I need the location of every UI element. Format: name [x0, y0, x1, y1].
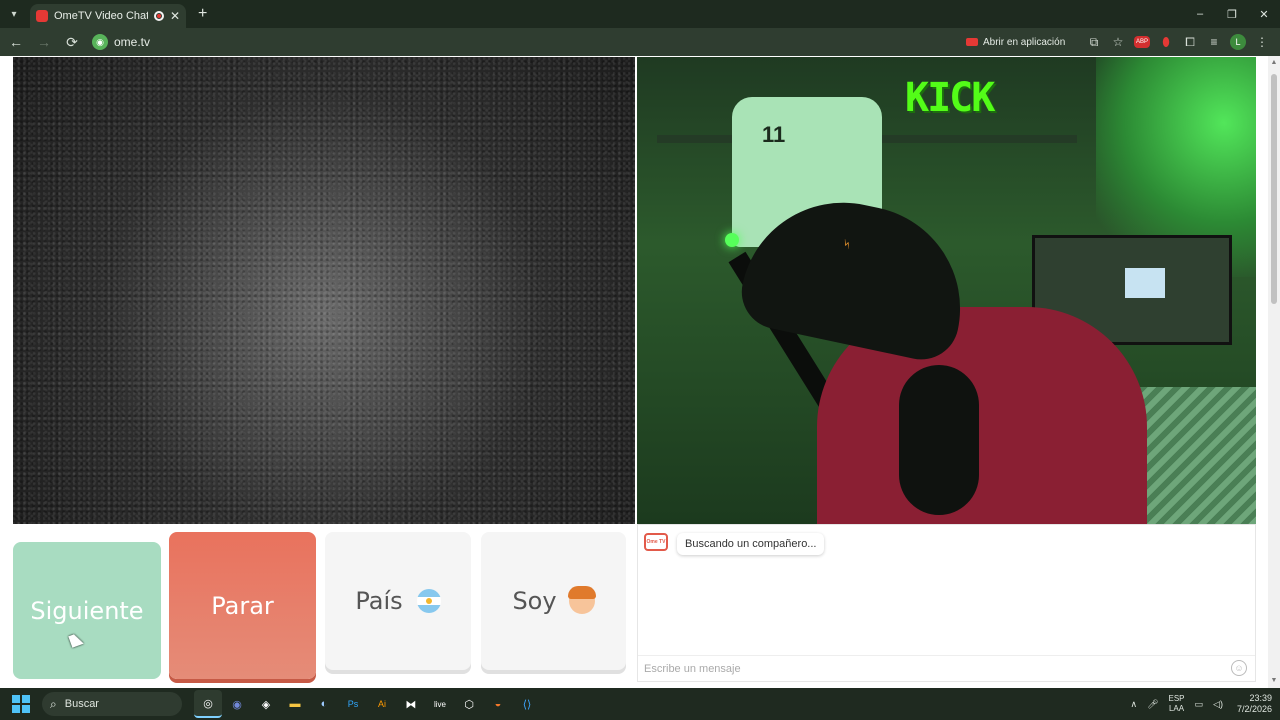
argentina-flag-icon — [416, 589, 441, 613]
partner-video-static — [13, 57, 635, 524]
chrome-taskbar-icon[interactable]: ◎ — [194, 690, 222, 718]
microphone — [899, 365, 979, 515]
browser-menu-icon[interactable]: ⋮ — [1250, 30, 1274, 54]
browser-tab-ometv[interactable]: OmeTV Video Chat — Ome ✕ — [30, 4, 186, 28]
scroll-thumb[interactable] — [1271, 74, 1277, 304]
adblock-extension-icon[interactable]: ABP — [1134, 36, 1150, 48]
scroll-down-arrow-icon[interactable]: ▼ — [1270, 677, 1278, 685]
capcut-taskbar-icon[interactable]: ⧓ — [397, 690, 425, 718]
static-noise — [13, 57, 635, 524]
photoshop-taskbar-icon[interactable]: Ps — [339, 690, 367, 718]
cap-logo: ⚡ — [839, 237, 856, 252]
live-app-taskbar-icon[interactable]: live — [426, 690, 454, 718]
volume-tray-icon[interactable]: ◁) — [1213, 699, 1223, 710]
unity-taskbar-icon[interactable]: ⬡ — [455, 690, 483, 718]
open-in-app-label: Abrir en aplicación — [983, 36, 1066, 48]
omnibox[interactable]: ◉ ome.tv — [92, 31, 952, 53]
monitor-screen — [1125, 268, 1165, 298]
close-window-button[interactable]: ✕ — [1248, 0, 1280, 28]
clock-date: 7/2/2026 — [1236, 704, 1272, 714]
reading-list-icon[interactable]: ≡ — [1202, 30, 1226, 54]
open-in-app-button[interactable]: Abrir en aplicación — [966, 33, 1065, 51]
windows-taskbar: ⌕ Buscar ◎ ◉ ◈ ▬ ◐ Ps Ai ⧓ live ⬡ ◒ ⟨⟩ ∧… — [0, 688, 1280, 720]
profile-avatar[interactable]: L — [1230, 34, 1246, 50]
tab-title: OmeTV Video Chat — Ome — [54, 10, 148, 22]
app-taskbar-icon[interactable]: ◈ — [252, 690, 280, 718]
language-layout: LAA — [1168, 704, 1185, 713]
language-indicator[interactable]: ESP LAA — [1169, 694, 1185, 714]
taskbar-clock[interactable]: 23:39 7/2/2026 — [1237, 693, 1272, 715]
new-tab-button[interactable]: + — [198, 5, 207, 23]
chat-panel: Ome TV Buscando un compañero... Escribe … — [637, 524, 1256, 682]
own-webcam-video: 11 ⚡ KICK — [637, 57, 1256, 524]
ometv-favicon-icon — [36, 10, 48, 22]
file-explorer-taskbar-icon[interactable]: ▬ — [281, 690, 309, 718]
restore-button[interactable]: ❐ — [1216, 0, 1248, 28]
stop-button[interactable]: Parar — [169, 532, 316, 679]
page-scrollbar[interactable]: ▲ ▼ — [1268, 56, 1280, 688]
tray-overflow-chevron-icon[interactable]: ∧ — [1130, 699, 1137, 710]
windows-start-icon[interactable] — [12, 695, 30, 713]
taskbar-search-label: Buscar — [64, 698, 99, 710]
ometv-chat-logo: Ome TV — [644, 533, 668, 551]
vscode-taskbar-icon[interactable]: ⟨⟩ — [513, 690, 541, 718]
jersey-number: 11 — [762, 122, 786, 147]
next-button[interactable]: Siguiente — [13, 542, 161, 679]
steam-taskbar-icon[interactable]: ◐ — [310, 690, 338, 718]
extensions-puzzle-icon[interactable]: ⧠ — [1178, 30, 1202, 54]
minimize-button[interactable]: – — [1184, 0, 1216, 28]
toolbar-icons: ⧉ ☆ ABP ⬮ ⧠ ≡ L ⋮ — [1082, 30, 1274, 54]
window-controls: – ❐ ✕ — [1184, 0, 1280, 28]
searching-partner-message: Buscando un compañero... — [677, 533, 825, 555]
discord-taskbar-icon[interactable]: ◉ — [223, 690, 251, 718]
network-tray-icon[interactable]: ▭ — [1195, 699, 1204, 710]
country-button[interactable]: País — [325, 532, 471, 670]
illustrator-taskbar-icon[interactable]: Ai — [368, 690, 396, 718]
gender-button-label: Soy — [512, 587, 557, 615]
reload-button[interactable]: ⟳ — [60, 30, 84, 54]
chat-message-input[interactable]: Escribe un mensaje — [638, 655, 1255, 681]
browser-tab-bar: ▾ OmeTV Video Chat — Ome ✕ + – ❐ ✕ — [0, 0, 1280, 28]
extension-shield-icon[interactable]: ⬮ — [1154, 30, 1178, 54]
tab-close-icon[interactable]: ✕ — [170, 9, 180, 23]
tab-list-chevron-icon[interactable]: ▾ — [4, 4, 24, 24]
blender-taskbar-icon[interactable]: ◒ — [484, 690, 512, 718]
boy-emoji-icon — [567, 586, 596, 614]
scroll-up-arrow-icon[interactable]: ▲ — [1270, 59, 1278, 67]
taskbar-search-box[interactable]: ⌕ Buscar — [42, 692, 182, 716]
url-text: ome.tv — [114, 35, 151, 49]
next-button-label: Siguiente — [30, 596, 144, 625]
emoji-picker-icon[interactable]: ☺ — [1231, 660, 1247, 676]
clock-time: 23:39 — [1249, 693, 1272, 703]
microphone-tray-icon[interactable]: 🎤︎ — [1147, 699, 1158, 710]
back-button[interactable]: ← — [4, 30, 28, 54]
ometv-page: 11 ⚡ KICK Siguiente Parar País Soy Ome T… — [0, 56, 1280, 688]
gender-button[interactable]: Soy — [481, 532, 626, 670]
youtube-app-icon — [966, 38, 978, 46]
system-tray: ∧ 🎤︎ ESP LAA ▭ ◁) 23:39 7/2/2026 — [1120, 688, 1272, 720]
search-icon: ⌕ — [50, 696, 57, 711]
translate-icon[interactable]: ⧉ — [1082, 30, 1106, 54]
bookmark-star-icon[interactable]: ☆ — [1106, 30, 1130, 54]
site-info-icon[interactable]: ◉ — [92, 34, 108, 50]
recording-indicator-icon — [153, 11, 164, 21]
green-led-light — [725, 233, 739, 247]
stop-button-label: Parar — [211, 591, 274, 620]
country-button-label: País — [355, 587, 403, 615]
forward-button[interactable]: → — [32, 30, 56, 54]
language-code: ESP — [1168, 694, 1185, 703]
kick-logo: KICK — [905, 75, 995, 121]
